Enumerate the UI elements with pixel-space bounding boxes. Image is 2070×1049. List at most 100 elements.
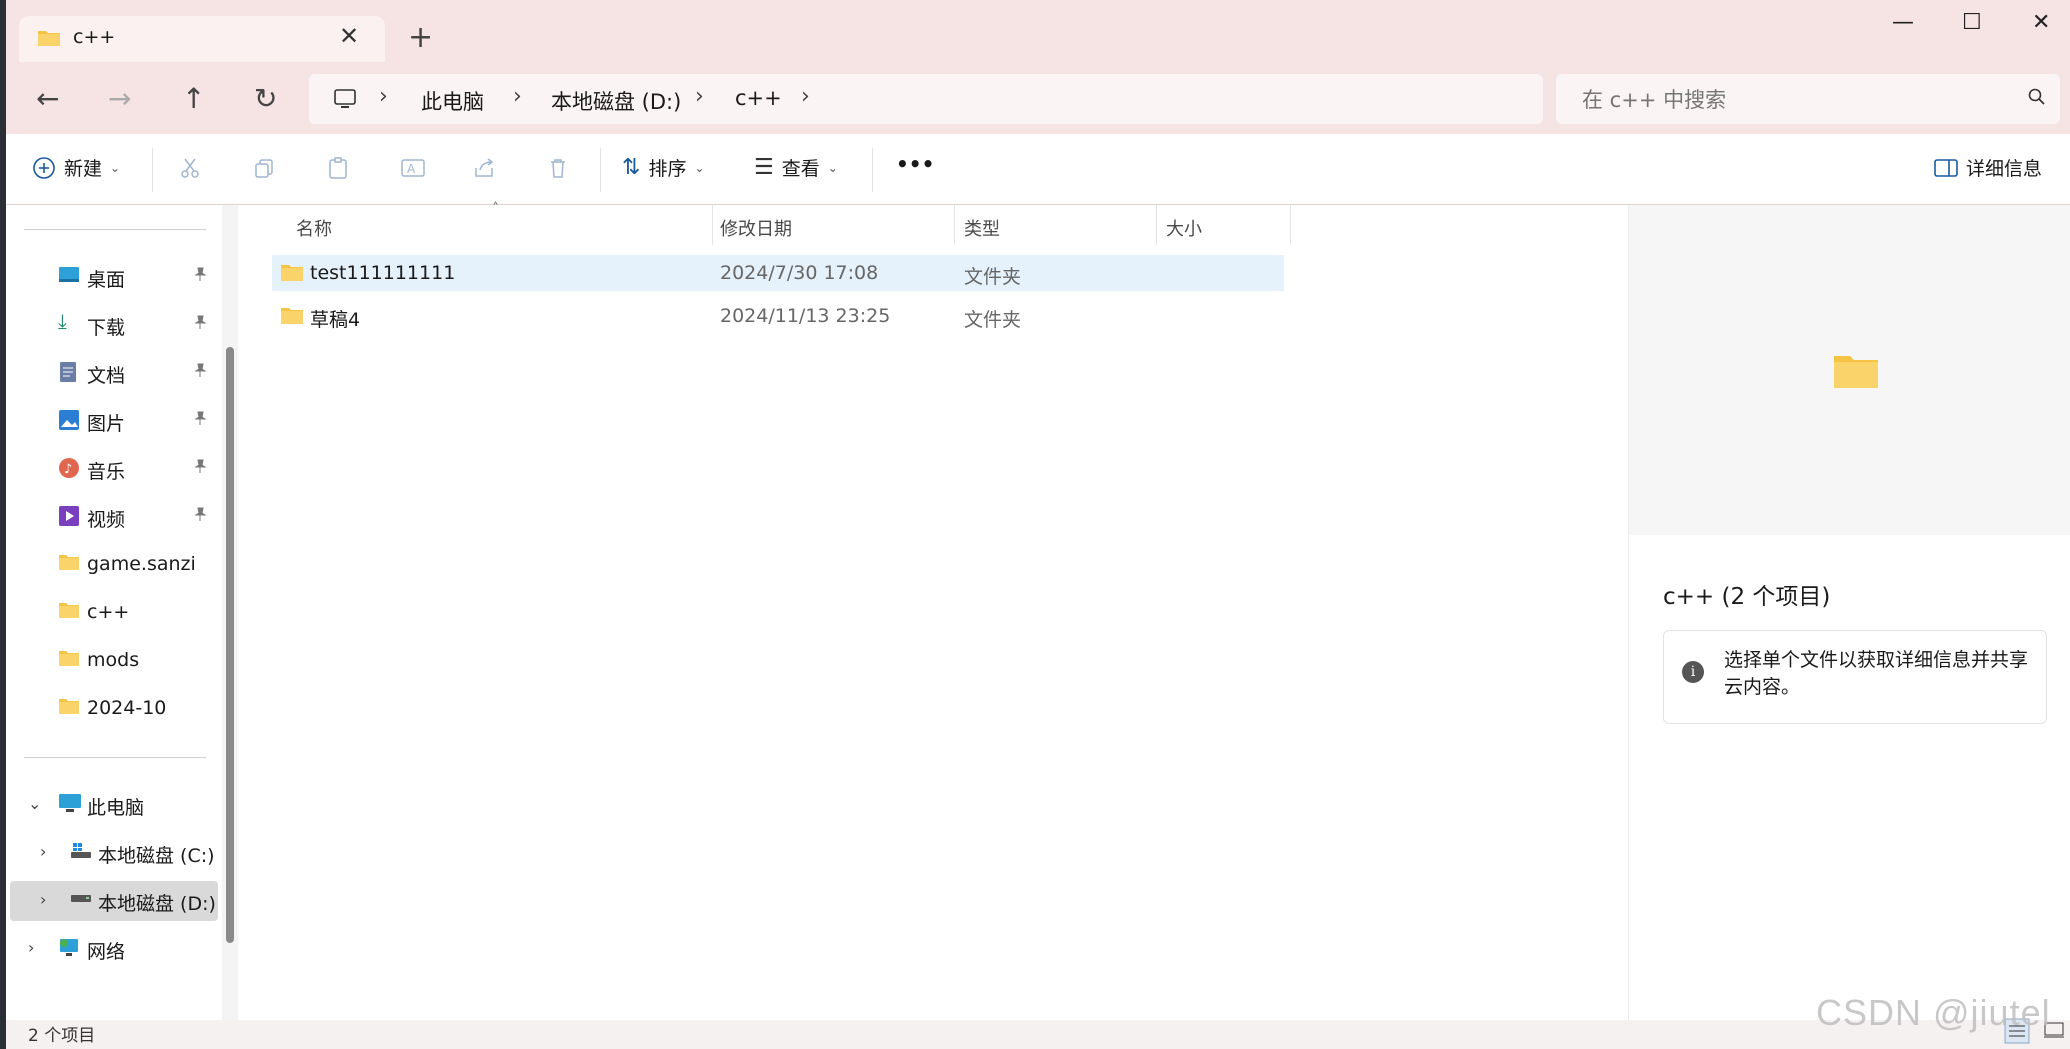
pin-icon[interactable] (192, 265, 208, 287)
search-input[interactable] (1580, 84, 2004, 116)
chevron-down-icon[interactable]: ⌄ (28, 794, 41, 813)
item-count: 2 个项目 (28, 1026, 96, 1046)
chevron-right-icon: › (695, 84, 704, 109)
drive-icon (71, 895, 91, 902)
file-explorer-window: c++ ✕ + — ☐ ✕ ← → ↑ ↻ › 此电脑 › 本地磁盘 (D:) … (6, 0, 2070, 1049)
folder-icon (281, 265, 303, 281)
content-area: 桌面 ⤓ 下载 文档 图片 ♪ 音乐 视频 game.sanzi c++ mod… (6, 201, 2070, 1020)
sidebar-item-c++[interactable]: c++ (6, 593, 218, 633)
pin-icon[interactable] (192, 457, 208, 479)
sidebar-item-label: 图片 (87, 413, 126, 435)
rename-icon[interactable]: A (400, 156, 426, 184)
file-row[interactable]: 草稿4 2024/11/13 23:25 文件夹 (272, 298, 1284, 334)
chevron-down-icon: ⌄ (827, 160, 838, 175)
up-icon[interactable]: ↑ (182, 82, 205, 115)
new-tab-button[interactable]: + (408, 20, 433, 55)
sidebar-item-label: mods (87, 649, 140, 671)
breadcrumb-drive-d[interactable]: 本地磁盘 (D:) (551, 86, 681, 116)
sidebar-item-videos[interactable]: 视频 (6, 497, 218, 537)
add-circle-icon (33, 156, 55, 179)
chevron-right-icon[interactable]: › (40, 890, 46, 909)
sort-button[interactable]: ⇅ 排序 ⌄ (622, 154, 705, 181)
paste-icon[interactable] (326, 156, 350, 184)
folder-icon (59, 651, 79, 666)
column-divider[interactable] (1290, 205, 1291, 245)
folder-icon (281, 308, 303, 324)
sidebar-item-label: 音乐 (87, 461, 126, 483)
sort-label: 排序 (648, 158, 687, 180)
file-date: 2024/7/30 17:08 (720, 262, 879, 284)
search-icon[interactable] (2028, 88, 2046, 106)
sidebar-item-downloads[interactable]: ⤓ 下载 (6, 305, 218, 345)
back-icon[interactable]: ← (36, 82, 59, 115)
breadcrumb-c++[interactable]: c++ (735, 86, 782, 110)
sidebar-item-label: 网络 (87, 941, 126, 963)
divider (600, 148, 601, 192)
sidebar-item-label: 此电脑 (87, 797, 145, 819)
delete-icon[interactable] (546, 156, 570, 184)
minimize-icon[interactable]: — (1892, 10, 1914, 35)
pin-icon[interactable] (192, 505, 208, 527)
forward-icon[interactable]: → (108, 82, 131, 115)
column-divider[interactable] (712, 205, 713, 245)
chevron-right-icon[interactable]: › (28, 938, 34, 957)
column-divider[interactable] (1156, 205, 1157, 245)
sidebar-item-drive-c[interactable]: › 本地磁盘 (C:) (6, 833, 218, 873)
copy-icon[interactable] (252, 156, 276, 184)
network-icon (60, 939, 78, 956)
breadcrumb-this-pc[interactable]: 此电脑 (421, 86, 484, 116)
tab-title: c++ (73, 26, 116, 48)
computer-icon (334, 89, 356, 108)
view-button[interactable]: ☰ 查看 ⌄ (754, 154, 838, 181)
sidebar-item-this-pc[interactable]: ⌄ 此电脑 (6, 785, 218, 825)
sidebar-item-label: 视频 (87, 509, 126, 531)
chevron-right-icon: › (513, 84, 522, 109)
sidebar-item-music[interactable]: ♪ 音乐 (6, 449, 218, 489)
column-header-name[interactable]: 名称 (296, 205, 706, 245)
sidebar-item-desktop[interactable]: 桌面 (6, 257, 218, 297)
sidebar-item-game-sanzi[interactable]: game.sanzi (6, 545, 218, 585)
desktop-icon (59, 267, 79, 282)
column-header-size[interactable]: 大小 (1166, 205, 1286, 245)
column-header-date[interactable]: 修改日期 (720, 205, 950, 245)
column-divider[interactable] (954, 205, 955, 245)
sidebar-item-2024-10[interactable]: 2024-10 (6, 689, 218, 729)
search-box[interactable] (1556, 74, 2060, 124)
windows-drive-icon (71, 843, 91, 858)
details-pane: c++ (2 个项目) i 选择单个文件以获取详细信息并共享云内容。 (1628, 205, 2070, 1020)
chevron-right-icon: › (801, 84, 810, 109)
close-window-icon[interactable]: ✕ (2032, 10, 2050, 35)
divider (872, 148, 873, 192)
sidebar-item-drive-d[interactable]: › 本地磁盘 (D:) (10, 881, 218, 921)
maximize-icon[interactable]: ☐ (1962, 10, 1982, 35)
cut-icon[interactable] (178, 156, 202, 184)
sidebar-item-pictures[interactable]: 图片 (6, 401, 218, 441)
more-options-button[interactable]: ••• (896, 152, 934, 176)
pictures-icon (59, 410, 79, 430)
pin-icon[interactable] (192, 361, 208, 383)
sidebar-item-network[interactable]: › 网络 (6, 929, 218, 969)
info-icon: i (1682, 661, 1704, 683)
details-pane-icon (1934, 158, 1958, 177)
command-bar: 新建 ⌄ A ⇅ 排序 ⌄ ☰ 查看 ⌄ ••• 详细信息 (6, 134, 2070, 205)
sidebar-scrollbar-thumb[interactable] (226, 347, 234, 943)
new-button[interactable]: 新建 ⌄ (32, 154, 120, 181)
file-name: 草稿4 (310, 309, 361, 331)
details-info-box: i 选择单个文件以获取详细信息并共享云内容。 (1663, 630, 2047, 724)
close-tab-icon[interactable]: ✕ (339, 22, 359, 50)
address-bar[interactable]: › 此电脑 › 本地磁盘 (D:) › c++ › (309, 74, 1543, 124)
sidebar-item-mods[interactable]: mods (6, 641, 218, 681)
details-pane-button[interactable]: 详细信息 (1934, 154, 2042, 181)
sidebar-item-label: 本地磁盘 (C:) (98, 845, 215, 867)
column-header-type[interactable]: 类型 (964, 205, 1154, 245)
sidebar-item-documents[interactable]: 文档 (6, 353, 218, 393)
chevron-right-icon[interactable]: › (40, 842, 46, 861)
refresh-icon[interactable]: ↻ (254, 82, 277, 115)
view-label: 查看 (781, 158, 820, 180)
tab-c++[interactable]: c++ ✕ (19, 16, 385, 62)
share-icon[interactable] (472, 156, 496, 184)
folder-icon (59, 699, 79, 714)
pin-icon[interactable] (192, 409, 208, 431)
pin-icon[interactable] (192, 313, 208, 335)
file-row[interactable]: test111111111 2024/7/30 17:08 文件夹 (272, 255, 1284, 291)
